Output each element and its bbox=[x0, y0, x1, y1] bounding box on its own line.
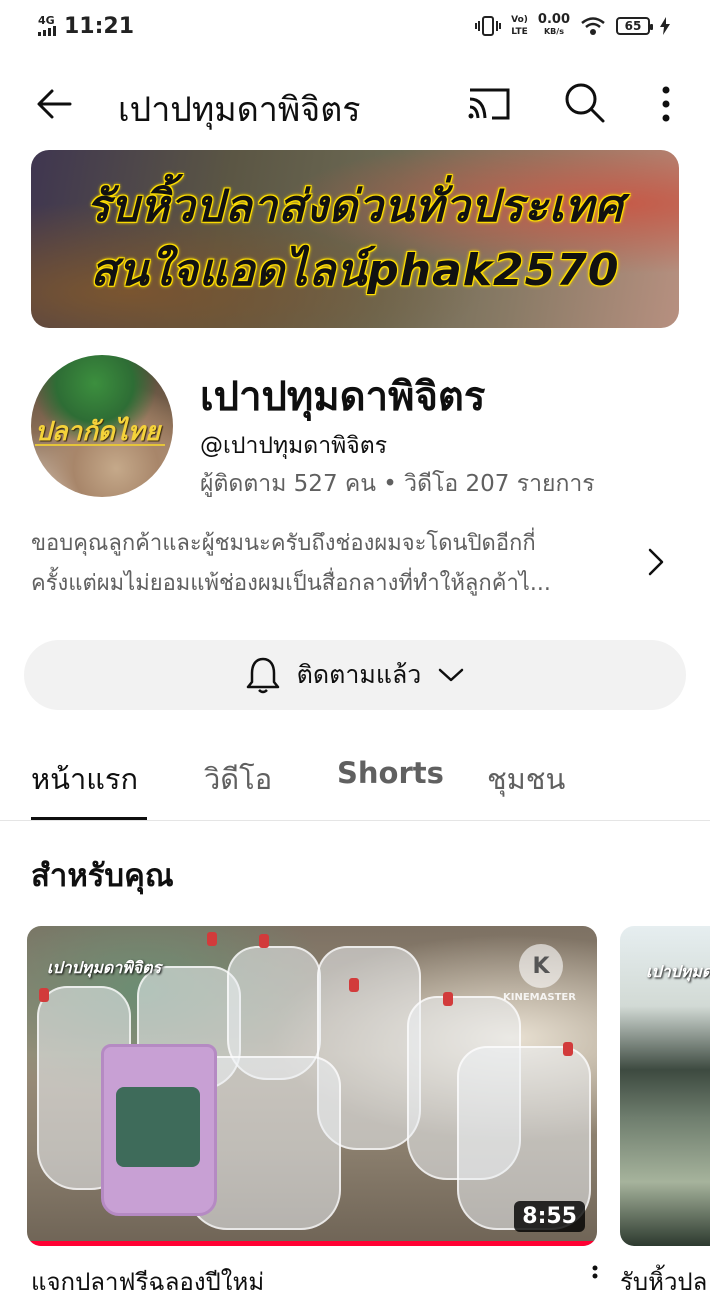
network-indicator: 4G bbox=[38, 15, 56, 38]
cast-icon[interactable] bbox=[466, 82, 512, 126]
kinemaster-logo-icon: K bbox=[519, 944, 563, 988]
video-thumbnail-2[interactable]: เปาปทุมดา bbox=[620, 926, 710, 1246]
purple-tub bbox=[101, 1044, 217, 1216]
video-thumbnail[interactable]: เปาปทุมดาพิจิตร K KINEMASTER 8:55 bbox=[27, 926, 597, 1246]
subscribed-button[interactable]: ติดตามแล้ว bbox=[24, 640, 686, 710]
bag-tie bbox=[563, 1042, 573, 1056]
banner-line-2: สนใจแอดไลน์phak2570 bbox=[90, 245, 620, 296]
bag-tie bbox=[207, 932, 217, 946]
channel-description[interactable]: ขอบคุณลูกค้าและผู้ชมนะครับถึงช่องผมจะโดน… bbox=[31, 524, 621, 604]
channel-handle: @เปาปทุมดาพิจิตร bbox=[200, 433, 388, 459]
video-title-2[interactable]: รับหิ้วปล bbox=[620, 1262, 707, 1301]
more-vert-icon[interactable] bbox=[650, 80, 682, 128]
section-title: สำหรับคุณ bbox=[31, 858, 174, 894]
battery-icon: 65 bbox=[616, 17, 653, 35]
tub-contents bbox=[116, 1087, 200, 1167]
wifi-icon bbox=[581, 17, 605, 35]
watermark-text: KINEMASTER bbox=[503, 992, 576, 1003]
vibrate-icon bbox=[475, 16, 502, 36]
subscribed-label: ติดตามแล้ว bbox=[296, 660, 422, 689]
tab-shorts[interactable]: Shorts bbox=[337, 756, 444, 790]
lte-indicator: Vo) LTE bbox=[511, 15, 528, 37]
channel-tabs: หน้าแรก วิดีโอ Shorts ชุมชน bbox=[0, 740, 710, 821]
charging-icon bbox=[660, 17, 670, 35]
tab-videos[interactable]: วิดีโอ bbox=[204, 756, 272, 802]
video-more-icon[interactable] bbox=[588, 1264, 602, 1284]
channel-name: เปาปทุมดาพิจิตร bbox=[200, 374, 486, 420]
bag-tie bbox=[443, 992, 453, 1006]
clock: 11:21 bbox=[64, 14, 135, 39]
status-bar: 4G 11:21 Vo) LTE 0.00 KB/s 65 bbox=[0, 0, 710, 56]
tab-home[interactable]: หน้าแรก bbox=[31, 756, 138, 802]
bag-tie bbox=[349, 978, 359, 992]
bag-tie bbox=[39, 988, 49, 1002]
video-overlay-label: เปาปทุมดาพิจิตร bbox=[47, 958, 162, 977]
bag-tie bbox=[259, 934, 269, 948]
tab-indicator bbox=[31, 817, 147, 820]
search-icon[interactable] bbox=[562, 80, 606, 124]
network-speed: 0.00 KB/s bbox=[537, 12, 570, 36]
channel-stats: ผู้ติดตาม 527 คน • วิดีโอ 207 รายการ bbox=[200, 471, 595, 497]
description-line-2: ครั้งแต่ผมไม่ยอมแพ้ช่องผมเป็นสื่อกลางที่… bbox=[31, 571, 551, 596]
video-overlay-label-2: เปาปทุมดา bbox=[646, 962, 710, 981]
channel-avatar[interactable]: ปลากัดไทย bbox=[31, 355, 173, 497]
watch-progress-bar bbox=[27, 1241, 597, 1246]
bell-icon bbox=[246, 657, 279, 694]
app-bar: เปาปทุมดาพิจิตร bbox=[0, 60, 710, 148]
chevron-right-icon[interactable] bbox=[640, 544, 670, 580]
back-arrow-icon[interactable] bbox=[32, 82, 76, 126]
banner-line-1: รับหิ้วปลาส่งด่วนทั่วประเทศ bbox=[86, 181, 624, 232]
video-duration: 8:55 bbox=[514, 1201, 585, 1232]
chevron-down-icon bbox=[439, 668, 464, 682]
video-title[interactable]: แจกปลาฟรีฉลองปีใหม่ bbox=[31, 1262, 264, 1301]
description-line-1: ขอบคุณลูกค้าและผู้ชมนะครับถึงช่องผมจะโดน… bbox=[31, 531, 536, 556]
tab-community[interactable]: ชุมชน bbox=[487, 756, 565, 802]
page-title: เปาปทุมดาพิจิตร bbox=[118, 90, 361, 130]
avatar-underline bbox=[35, 444, 165, 446]
channel-banner[interactable]: รับหิ้วปลาส่งด่วนทั่วประเทศ สนใจแอดไลน์p… bbox=[31, 150, 679, 328]
signal-icon bbox=[38, 25, 56, 36]
